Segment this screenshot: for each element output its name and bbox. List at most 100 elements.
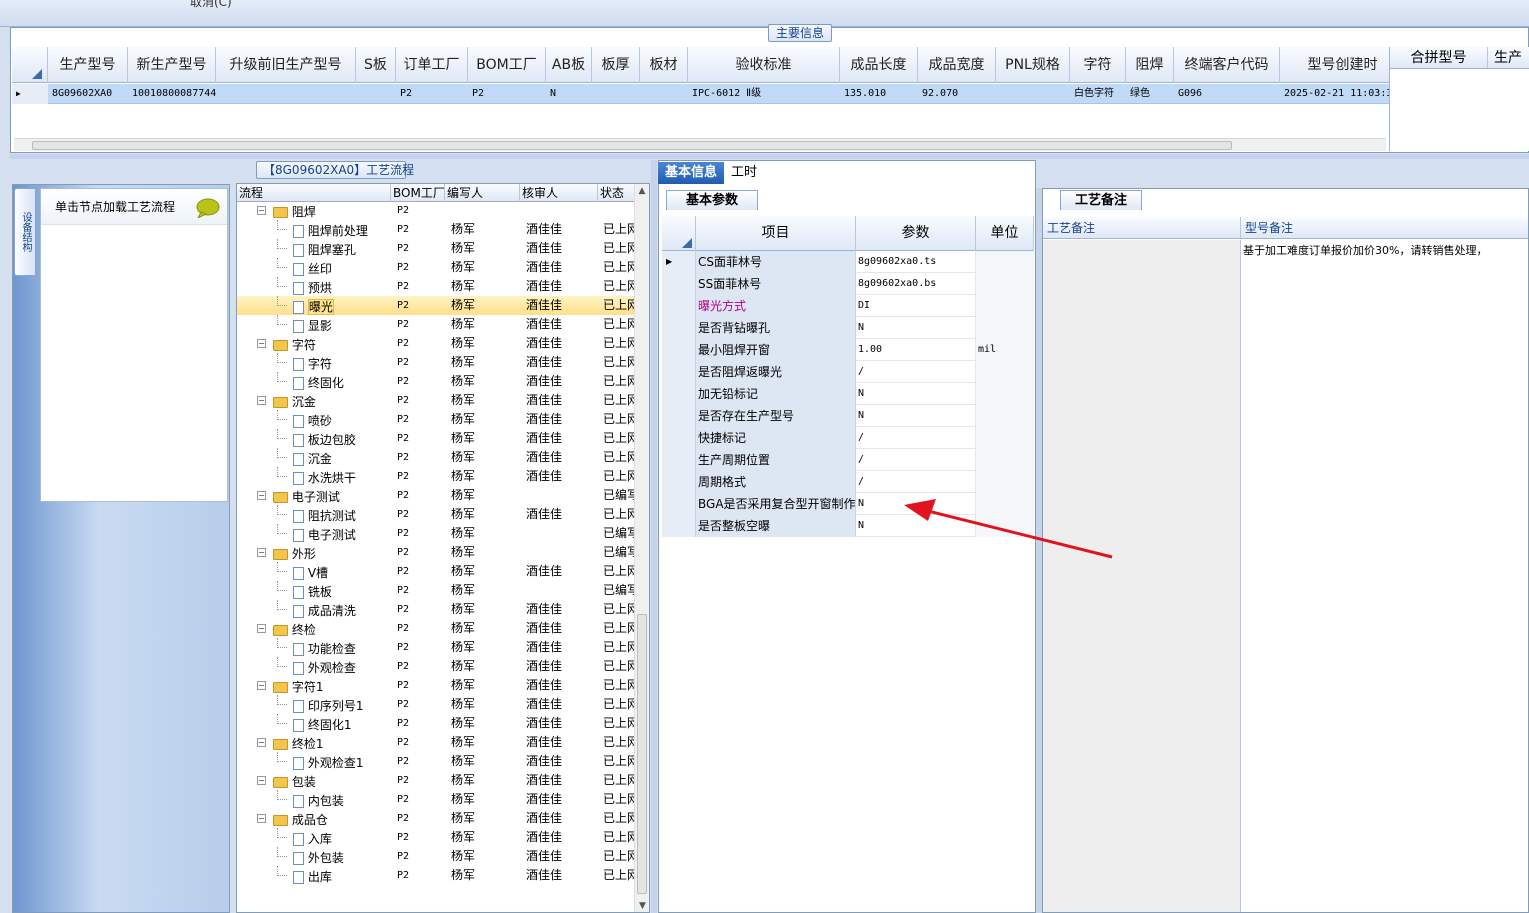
cell[interactable]: IPC-6012 Ⅱ级 [688, 84, 840, 104]
cell[interactable]: G096 [1174, 84, 1280, 104]
params-row[interactable]: 是否存在生产型号 N [662, 405, 1034, 427]
splitter-v-1[interactable] [651, 160, 657, 913]
process-row[interactable]: 外包装 P2 杨军 酒佳佳 已上网 [237, 847, 635, 866]
param-value[interactable]: / [856, 427, 976, 449]
cell[interactable]: 92.070 [918, 84, 996, 104]
process-row[interactable]: 丝印 P2 杨军 酒佳佳 已上网 [237, 258, 635, 277]
process-row[interactable]: − 外形 P2 杨军 已编写 [237, 543, 635, 562]
collapse-icon[interactable]: − [257, 681, 266, 690]
row-indicator[interactable] [662, 515, 696, 537]
process-row[interactable]: 阻焊塞孔 P2 杨军 酒佳佳 已上网 [237, 239, 635, 258]
row-indicator[interactable] [662, 449, 696, 471]
process-row[interactable]: − 阻焊 P2 [237, 201, 635, 220]
row-indicator[interactable] [662, 339, 696, 361]
param-value[interactable]: N [856, 383, 976, 405]
collapse-icon[interactable]: − [257, 396, 266, 405]
process-row[interactable]: 显影 P2 杨军 酒佳佳 已上网 [237, 315, 635, 334]
process-row[interactable]: 外观检查 P2 杨军 酒佳佳 已上网 [237, 657, 635, 676]
cell[interactable]: 白色字符 [1070, 84, 1126, 104]
params-row[interactable]: 曝光方式 DI [662, 295, 1034, 317]
equipment-structure-tab[interactable]: 设备结构 [14, 188, 36, 276]
col-header[interactable]: 板厚 [592, 47, 640, 83]
process-row[interactable]: − 电子测试 P2 杨军 已编写 [237, 486, 635, 505]
params-row[interactable]: 加无铅标记 N [662, 383, 1034, 405]
row-indicator[interactable] [662, 471, 696, 493]
process-row[interactable]: 阻抗测试 P2 杨军 酒佳佳 已上网 [237, 505, 635, 524]
params-col-header[interactable]: 项目 [696, 216, 856, 251]
tree-col-header[interactable]: 状态 [598, 184, 635, 202]
row-indicator[interactable] [662, 405, 696, 427]
cell[interactable]: 绿色 [1126, 84, 1174, 104]
tab-work-hours[interactable]: 工时 [724, 162, 765, 184]
cancel-button[interactable]: 取消(C) [190, 0, 232, 10]
cell[interactable] [356, 84, 396, 104]
params-col-header[interactable]: 单位 [976, 216, 1034, 251]
row-indicator[interactable] [662, 361, 696, 383]
tab-basic-info[interactable]: 基本信息 [658, 162, 725, 184]
process-row[interactable]: 印序列号1 P2 杨军 酒佳佳 已上网 [237, 695, 635, 714]
tab-process-notes[interactable]: 工艺备注 [1060, 190, 1142, 210]
vscroll-thumb[interactable] [637, 614, 647, 894]
tree-col-header[interactable]: 编写人 [445, 184, 520, 202]
row-indicator[interactable] [662, 493, 696, 515]
collapse-icon[interactable]: − [257, 339, 266, 348]
row-indicator[interactable]: ▶ [662, 251, 696, 273]
col-header[interactable]: 字符 [1070, 47, 1126, 83]
param-value[interactable]: 8g09602xa0.ts [856, 251, 976, 273]
col-header[interactable]: 成品宽度 [918, 47, 996, 83]
model-note-text[interactable]: 基于加工难度订单报价加价30%，请转销售处理， [1243, 242, 1487, 258]
process-row[interactable]: − 字符1 P2 杨军 酒佳佳 已上网 [237, 676, 635, 695]
col-header[interactable]: S板 [356, 47, 396, 83]
col-header[interactable]: 验收标准 [688, 47, 840, 83]
row-indicator[interactable] [662, 295, 696, 317]
process-row[interactable]: 板边包胶 P2 杨军 酒佳佳 已上网 [237, 429, 635, 448]
param-value[interactable]: / [856, 449, 976, 471]
row-indicator[interactable] [662, 317, 696, 339]
collapse-icon[interactable]: − [257, 491, 266, 500]
params-row[interactable]: ▶ CS面菲林号 8g09602xa0.ts [662, 251, 1034, 273]
load-hint-box[interactable]: 单击节点加载工艺流程 [40, 188, 228, 502]
splitter-h[interactable] [10, 154, 1529, 159]
param-value[interactable]: 1.00 [856, 339, 976, 361]
param-value[interactable]: N [856, 405, 976, 427]
tree-col-header[interactable]: 流程 [237, 184, 391, 202]
process-row[interactable]: 成品清洗 P2 杨军 酒佳佳 已上网 [237, 600, 635, 619]
cell[interactable]: P2 [468, 84, 546, 104]
cell[interactable]: 135.010 [840, 84, 918, 104]
main-grid-row[interactable]: ▶ 8G09602XA0 10010800087744 P2 P2 N IPC-6012 Ⅱ… [12, 84, 1406, 104]
cell[interactable]: P2 [396, 84, 468, 104]
process-row[interactable]: − 成品仓 P2 杨军 酒佳佳 已上网 [237, 809, 635, 828]
hscroll-thumb[interactable] [32, 141, 1232, 150]
process-row[interactable]: − 字符 P2 杨军 酒佳佳 已上网 [237, 334, 635, 353]
process-vscrollbar[interactable]: ▲ ▼ [634, 184, 649, 912]
param-value[interactable]: N [856, 317, 976, 339]
cell[interactable]: N [546, 84, 592, 104]
cell[interactable] [216, 84, 356, 104]
process-row[interactable]: 功能检查 P2 杨军 酒佳佳 已上网 [237, 638, 635, 657]
collapse-icon[interactable]: − [257, 206, 266, 215]
scroll-down-icon[interactable]: ▼ [635, 899, 649, 912]
process-row[interactable]: 电子测试 P2 杨军 已编写 [237, 524, 635, 543]
process-row[interactable]: 内包装 P2 杨军 酒佳佳 已上网 [237, 790, 635, 809]
process-row[interactable]: − 包装 P2 杨军 酒佳佳 已上网 [237, 771, 635, 790]
cell[interactable]: 8G09602XA0 [48, 84, 128, 104]
col-header[interactable]: 型号创建时 [1280, 47, 1406, 83]
cell[interactable] [996, 84, 1070, 104]
col-header[interactable]: AB板 [546, 47, 592, 83]
process-row[interactable]: 出库 P2 杨军 酒佳佳 已上网 [237, 866, 635, 885]
row-indicator[interactable]: ▶ [12, 84, 48, 104]
param-value[interactable]: 8g09602xa0.bs [856, 273, 976, 295]
cell[interactable] [640, 84, 688, 104]
main-hscrollbar[interactable] [14, 138, 1386, 151]
col-header[interactable]: 订单工厂 [396, 47, 468, 83]
tree-col-header[interactable]: 核审人 [520, 184, 598, 202]
param-value[interactable]: / [856, 361, 976, 383]
params-row[interactable]: SS面菲林号 8g09602xa0.bs [662, 273, 1034, 295]
process-row[interactable]: 终固化1 P2 杨军 酒佳佳 已上网 [237, 714, 635, 733]
col-header[interactable]: 阻焊 [1126, 47, 1174, 83]
col-header[interactable]: 升级前旧生产型号 [216, 47, 356, 83]
process-row[interactable]: − 沉金 P2 杨军 酒佳佳 已上网 [237, 391, 635, 410]
col-header[interactable]: BOM工厂 [468, 47, 546, 83]
process-row[interactable]: 喷砂 P2 杨军 酒佳佳 已上网 [237, 410, 635, 429]
process-row[interactable]: 铣板 P2 杨军 已编写 [237, 581, 635, 600]
